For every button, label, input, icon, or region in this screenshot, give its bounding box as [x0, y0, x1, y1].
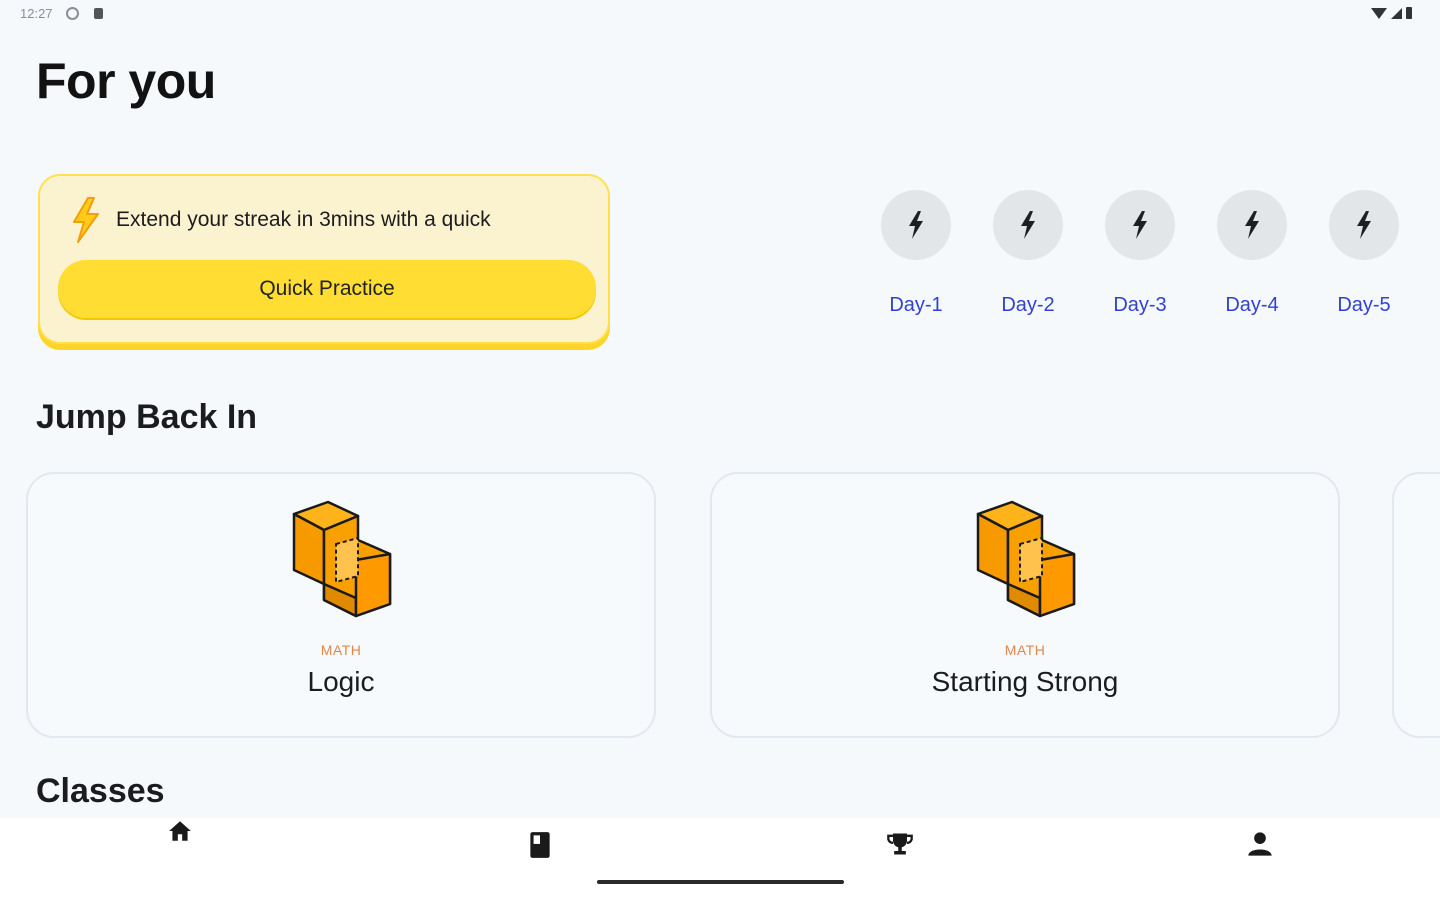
- day-label: Day-5: [1337, 294, 1391, 316]
- day-circle: [1105, 190, 1175, 260]
- bolt-icon: [1357, 211, 1371, 239]
- trophy-icon: [887, 833, 913, 855]
- nav-home[interactable]: [0, 818, 360, 888]
- day-circle: [1217, 190, 1287, 260]
- day-item[interactable]: Day-1: [880, 190, 952, 317]
- day-label: Day-2: [1001, 294, 1055, 316]
- wifi-icon: [1371, 7, 1387, 19]
- bottom-nav: [0, 818, 1440, 900]
- location-icon: [66, 7, 79, 20]
- classes-heading: Classes: [36, 772, 165, 810]
- course-card-logic[interactable]: MATH Logic: [26, 472, 656, 738]
- course-card-peek[interactable]: [1392, 472, 1440, 738]
- day-label: Day-1: [889, 294, 943, 316]
- course-card-starting-strong[interactable]: MATH Starting Strong: [710, 472, 1340, 738]
- day-label: Day-4: [1225, 294, 1279, 316]
- day-label: Day-3: [1113, 294, 1167, 316]
- home-indicator[interactable]: [597, 880, 844, 884]
- course-title: Logic: [307, 666, 375, 697]
- bolt-icon: [1133, 211, 1147, 239]
- status-bar: 12:27: [0, 0, 1440, 28]
- streak-days: Day-1 Day-2 Day-3 Day-4 Day-5: [880, 190, 1400, 317]
- battery-icon: [1406, 7, 1412, 19]
- profile-icon: [1248, 832, 1272, 856]
- bolt-icon: [1245, 211, 1259, 239]
- bolt-icon: [1021, 211, 1035, 239]
- nav-trophy[interactable]: [720, 818, 1080, 888]
- day-circle: [881, 190, 951, 260]
- signal-icon: [1391, 7, 1402, 19]
- jump-back-in-heading: Jump Back In: [36, 398, 258, 436]
- course-subject: MATH: [320, 642, 362, 658]
- course-subject: MATH: [1004, 642, 1046, 658]
- day-item[interactable]: Day-3: [1104, 190, 1176, 317]
- status-indicators: [1371, 7, 1412, 19]
- nav-library[interactable]: [360, 818, 720, 888]
- day-circle: [1329, 190, 1399, 260]
- streak-message: Extend your streak in 3mins with a quick: [116, 208, 491, 231]
- book-icon: [530, 832, 550, 858]
- quick-practice-button[interactable]: Quick Practice: [58, 260, 596, 318]
- lightning-bolt-icon: [73, 197, 99, 243]
- day-item[interactable]: Day-2: [992, 190, 1064, 317]
- home-icon: [169, 821, 191, 841]
- streak-card: Extend your streak in 3mins with a quick…: [38, 174, 610, 344]
- lock-icon: [94, 8, 103, 19]
- orange-cube-icon: [292, 500, 392, 618]
- bolt-icon: [909, 211, 923, 239]
- page-title: For you: [36, 53, 216, 109]
- day-circle: [993, 190, 1063, 260]
- day-item[interactable]: Day-5: [1328, 190, 1400, 317]
- course-title: Starting Strong: [931, 666, 1119, 697]
- nav-profile[interactable]: [1080, 818, 1440, 888]
- day-item[interactable]: Day-4: [1216, 190, 1288, 317]
- orange-cube-icon: [976, 500, 1076, 618]
- status-time: 12:27: [20, 6, 53, 21]
